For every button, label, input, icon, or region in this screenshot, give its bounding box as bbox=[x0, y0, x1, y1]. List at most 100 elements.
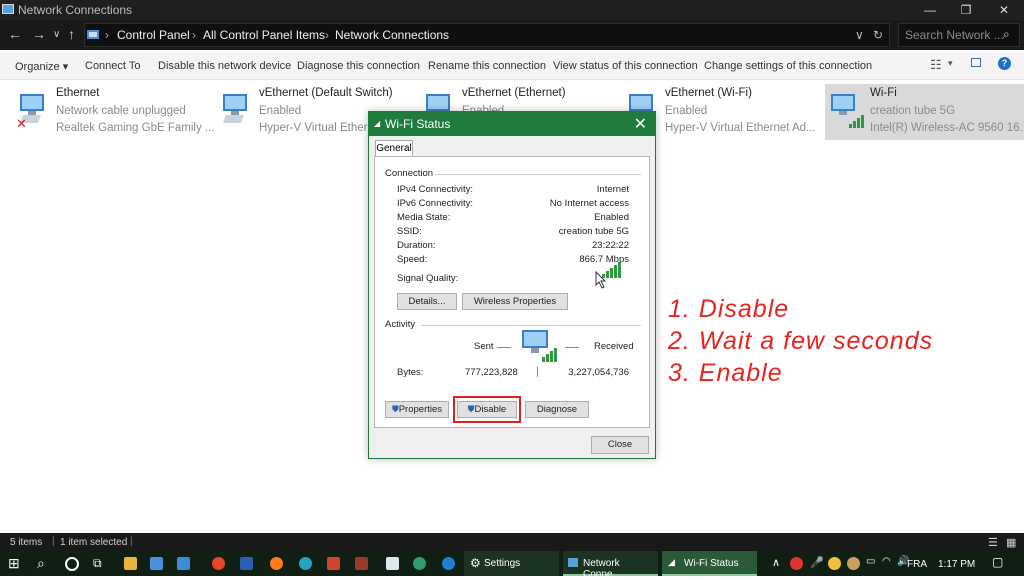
item-count: 5 items bbox=[10, 537, 43, 548]
back-arrow-icon[interactable]: ← bbox=[8, 26, 22, 42]
powerpoint-icon[interactable] bbox=[327, 557, 340, 570]
edge-icon[interactable] bbox=[177, 557, 190, 570]
connection-device: Hyper-V Virtual Ethernet Ad... bbox=[665, 122, 816, 134]
uac-shield-icon: ⛊ bbox=[467, 404, 475, 414]
input-language[interactable]: FRA bbox=[907, 559, 927, 570]
edge-beta-icon[interactable] bbox=[413, 557, 426, 570]
battery-icon[interactable]: ▭ bbox=[866, 556, 875, 567]
rename-command[interactable]: Rename this connection bbox=[428, 60, 546, 72]
connection-device: Intel(R) Wireless-AC 9560 16... bbox=[870, 122, 1024, 134]
tray-app-icon[interactable] bbox=[790, 557, 803, 570]
instruction-step-1: 1. Disable bbox=[668, 295, 790, 323]
wifi-signal-icon: ◢ bbox=[668, 557, 675, 567]
start-windows-icon[interactable]: ⊞ bbox=[8, 555, 20, 572]
tray-app-icon[interactable] bbox=[847, 557, 860, 570]
clock[interactable]: 1:17 PM bbox=[938, 559, 975, 570]
dialog-close-icon[interactable]: ✕ bbox=[634, 114, 647, 134]
command-bar: Organize ▾ Connect To Disable this netwo… bbox=[0, 52, 1024, 80]
duration-value: 23:22:22 bbox=[592, 240, 629, 251]
control-panel-icon bbox=[87, 30, 99, 39]
connection-ethernet[interactable]: ✕ Ethernet Network cable unplugged Realt… bbox=[14, 84, 215, 140]
speed-label: Speed: bbox=[397, 254, 428, 265]
duration-label: Duration: bbox=[397, 240, 436, 251]
media-state-label: Media State: bbox=[397, 212, 451, 223]
selection-count: 1 item selected bbox=[60, 537, 128, 548]
instruction-annotation: 1. Disable 2. Wait a few seconds 3. Enab… bbox=[668, 293, 933, 389]
search-icon[interactable]: ⌕ bbox=[37, 555, 45, 572]
mouse-cursor-icon bbox=[595, 271, 607, 289]
taskbar-network-label: Network Conne... bbox=[583, 558, 621, 580]
close-button[interactable]: ✕ bbox=[986, 0, 1022, 20]
taskbar-wifi-status[interactable]: ◢ Wi-Fi Status bbox=[662, 551, 757, 576]
file-explorer-icon[interactable] bbox=[124, 557, 137, 570]
dialog-title-bar: ◢ Wi-Fi Status ✕ bbox=[369, 112, 655, 136]
firefox-icon[interactable] bbox=[270, 557, 283, 570]
forward-arrow-icon[interactable]: → bbox=[32, 26, 46, 42]
microphone-icon[interactable]: 🎤 bbox=[810, 556, 824, 569]
up-arrow-icon[interactable]: ↑ bbox=[68, 26, 75, 42]
organize-menu[interactable]: Organize ▾ bbox=[15, 60, 68, 73]
change-settings-command[interactable]: Change settings of this connection bbox=[704, 60, 872, 72]
details-view-icon[interactable]: ☰ bbox=[988, 536, 998, 549]
network-connections-app-icon[interactable] bbox=[386, 557, 399, 570]
taskbar-settings[interactable]: ⚙ Settings bbox=[464, 551, 559, 576]
received-label: Received bbox=[594, 341, 634, 352]
task-view-icon[interactable]: ⧉ bbox=[93, 556, 102, 571]
details-button[interactable]: Details... bbox=[397, 293, 457, 310]
refresh-icon[interactable]: ↻ bbox=[873, 28, 883, 42]
minimize-button[interactable]: — bbox=[912, 0, 948, 20]
recent-locations-chevron-icon[interactable]: ∨ bbox=[53, 29, 60, 40]
dialog-title: Wi-Fi Status bbox=[385, 117, 451, 131]
properties-button-label: Properties bbox=[398, 404, 443, 415]
mail-icon[interactable] bbox=[150, 557, 163, 570]
divider bbox=[435, 174, 641, 175]
connect-to-command[interactable]: Connect To bbox=[85, 60, 140, 72]
view-status-command[interactable]: View status of this connection bbox=[553, 60, 698, 72]
instruction-step-3: 3. Enable bbox=[668, 359, 783, 387]
tray-chevron-icon[interactable]: ∧ bbox=[772, 556, 780, 569]
ipv4-value: Internet bbox=[596, 184, 629, 195]
chrome-icon[interactable] bbox=[212, 557, 225, 570]
taskbar-wifi-status-label: Wi-Fi Status bbox=[684, 558, 739, 569]
cortana-icon[interactable] bbox=[65, 557, 79, 571]
properties-button[interactable]: ⛊Properties bbox=[385, 401, 449, 418]
diagnose-button[interactable]: Diagnose bbox=[525, 401, 589, 418]
breadcrumb-control-panel[interactable]: Control Panel bbox=[117, 28, 190, 42]
connection-name: vEthernet (Default Switch) bbox=[259, 87, 393, 99]
connection-status: Enabled bbox=[665, 105, 708, 117]
bytes-label: Bytes: bbox=[397, 367, 424, 378]
app-icon[interactable] bbox=[355, 557, 368, 570]
connection-device: Hyper-V Virtual Ethern bbox=[259, 122, 374, 134]
maximize-button[interactable]: ❐ bbox=[948, 0, 984, 20]
received-dash bbox=[565, 347, 579, 348]
help-icon[interactable]: ? bbox=[998, 57, 1011, 70]
breadcrumb-all-items[interactable]: All Control Panel Items bbox=[203, 28, 325, 42]
edge-dev-icon[interactable] bbox=[299, 557, 312, 570]
word-icon[interactable] bbox=[240, 557, 253, 570]
dialog-close-button[interactable]: Close bbox=[591, 436, 649, 454]
tray-app-icon[interactable] bbox=[828, 557, 841, 570]
taskbar-network-connections[interactable]: Network Conne... bbox=[563, 551, 658, 580]
wifi-tray-icon[interactable]: ◠ bbox=[882, 556, 891, 567]
wifi-signal-icon: ◢ bbox=[374, 119, 381, 128]
disable-button[interactable]: ⛊Disable bbox=[457, 401, 517, 418]
view-chevron-icon[interactable]: ▾ bbox=[948, 58, 953, 69]
edge-canary-icon[interactable] bbox=[442, 557, 455, 570]
breadcrumb-network-connections[interactable]: Network Connections bbox=[335, 28, 449, 42]
diagnose-command[interactable]: Diagnose this connection bbox=[297, 60, 420, 72]
tiles-view-icon[interactable]: ▦ bbox=[1006, 536, 1016, 549]
tab-general[interactable]: General bbox=[375, 140, 413, 157]
dropdown-chevron-icon[interactable]: ∨ bbox=[855, 28, 864, 42]
connection-wifi[interactable]: Wi-Fi creation tube 5G Intel(R) Wireless… bbox=[825, 84, 1024, 140]
uac-shield-icon: ⛊ bbox=[391, 404, 399, 414]
view-options-icon[interactable]: ☷ bbox=[930, 57, 942, 73]
general-panel: Connection IPv4 Connectivity: Internet I… bbox=[374, 156, 650, 428]
preview-pane-icon[interactable] bbox=[971, 58, 981, 67]
breadcrumb[interactable]: › Control Panel › All Control Panel Item… bbox=[84, 23, 890, 47]
notifications-icon[interactable]: ▢ bbox=[992, 555, 1003, 569]
wireless-properties-button[interactable]: Wireless Properties bbox=[462, 293, 568, 310]
search-input[interactable]: Search Network ... ⌕ bbox=[898, 23, 1020, 47]
disable-device-command[interactable]: Disable this network device bbox=[158, 60, 291, 72]
status-bar: 5 items | 1 item selected | ☰ ▦ bbox=[0, 533, 1024, 551]
network-folder-icon bbox=[568, 558, 578, 567]
